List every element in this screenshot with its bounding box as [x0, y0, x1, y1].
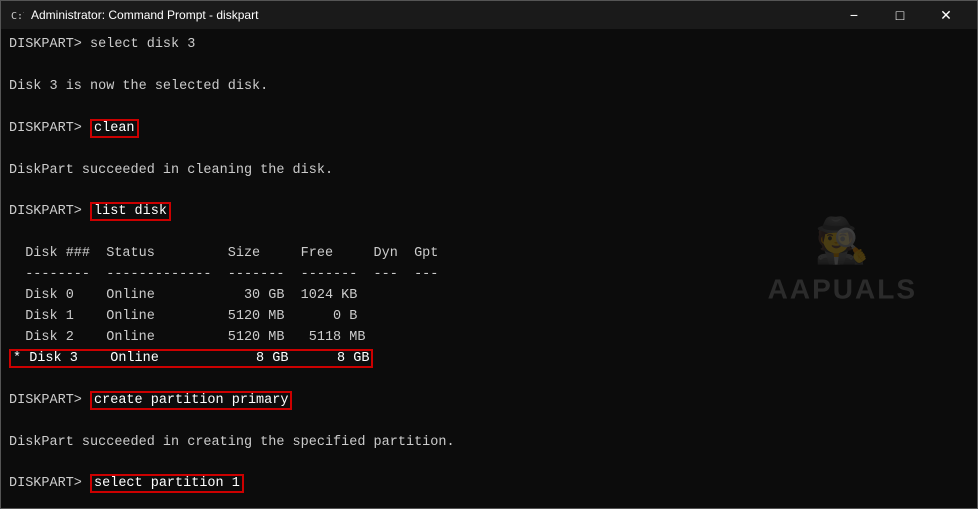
terminal-line: Disk 1 Online 5120 MB 0 B	[9, 307, 969, 328]
terminal-line	[9, 98, 969, 119]
terminal-line: DISKPART> list disk	[9, 202, 969, 223]
terminal-line: Disk 0 Online 30 GB 1024 KB	[9, 286, 969, 307]
terminal-line	[9, 223, 969, 244]
disk3-row: * Disk 3 Online 8 GB 8 GB	[9, 349, 969, 370]
terminal-line: DISKPART> clean	[9, 119, 969, 140]
terminal-line	[9, 140, 969, 161]
terminal-line: DiskPart succeeded in creating the speci…	[9, 433, 969, 454]
terminal-line	[9, 370, 969, 391]
svg-text:C:\: C:\	[11, 11, 24, 22]
terminal-line: Disk 2 Online 5120 MB 5118 MB	[9, 328, 969, 349]
window-title: Administrator: Command Prompt - diskpart	[31, 8, 831, 22]
terminal-line	[9, 181, 969, 202]
command-highlight: select partition 1	[90, 474, 244, 493]
command-highlight: list disk	[90, 202, 171, 221]
terminal-line	[9, 453, 969, 474]
window: C:\ Administrator: Command Prompt - disk…	[0, 0, 978, 509]
terminal-line	[9, 495, 969, 508]
terminal-line: -------- ------------- ------- ------- -…	[9, 265, 969, 286]
close-button[interactable]: ✕	[923, 1, 969, 29]
command-highlight: create partition primary	[90, 391, 292, 410]
disk3-highlight: * Disk 3 Online 8 GB 8 GB	[9, 349, 373, 368]
terminal-line: DISKPART> select partition 1	[9, 474, 969, 495]
terminal-line: DISKPART> create partition primary	[9, 391, 969, 412]
window-controls: − □ ✕	[831, 1, 969, 29]
terminal-body[interactable]: 🕵 AAPUALS DISKPART> select disk 3 Disk 3…	[1, 29, 977, 508]
terminal-line	[9, 412, 969, 433]
terminal-line	[9, 56, 969, 77]
title-bar: C:\ Administrator: Command Prompt - disk…	[1, 1, 977, 29]
cmd-icon: C:\	[9, 7, 25, 23]
terminal-line: DiskPart succeeded in cleaning the disk.	[9, 161, 969, 182]
terminal-line: Disk ### Status Size Free Dyn Gpt	[9, 244, 969, 265]
minimize-button[interactable]: −	[831, 1, 877, 29]
command-highlight: clean	[90, 119, 139, 138]
terminal-line: Disk 3 is now the selected disk.	[9, 77, 969, 98]
maximize-button[interactable]: □	[877, 1, 923, 29]
terminal-line: DISKPART> select disk 3	[9, 35, 969, 56]
